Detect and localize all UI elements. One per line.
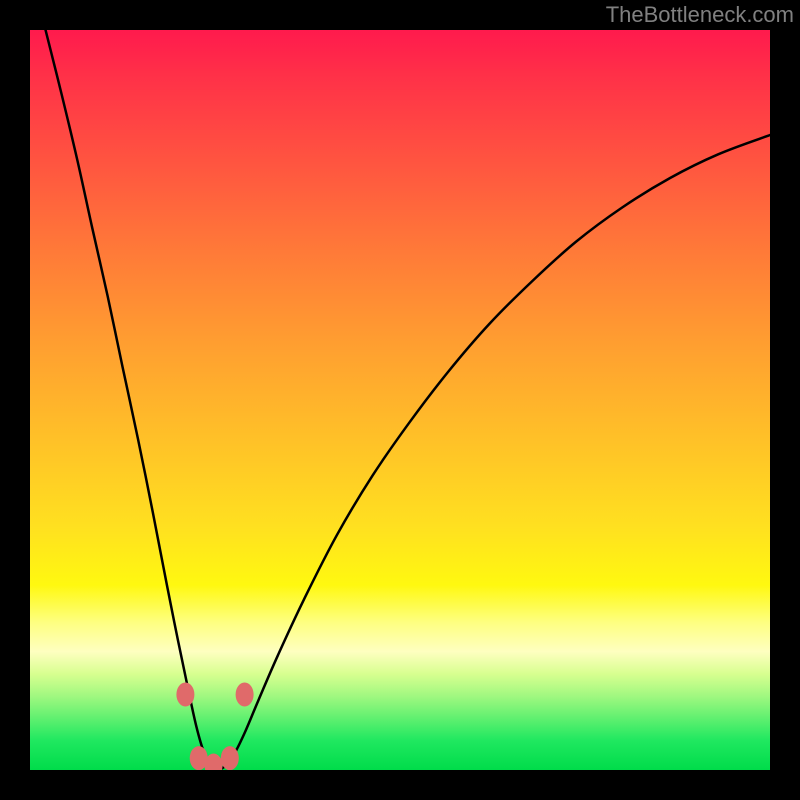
- chart-frame: TheBottleneck.com: [0, 0, 800, 800]
- plot-area: [30, 30, 770, 770]
- curve-marker: [236, 683, 254, 707]
- watermark-text: TheBottleneck.com: [606, 2, 794, 28]
- bottleneck-curve: [46, 30, 770, 769]
- curve-markers: [176, 683, 253, 770]
- bottleneck-curve-svg: [30, 30, 770, 770]
- curve-marker: [221, 746, 239, 770]
- curve-marker: [176, 683, 194, 707]
